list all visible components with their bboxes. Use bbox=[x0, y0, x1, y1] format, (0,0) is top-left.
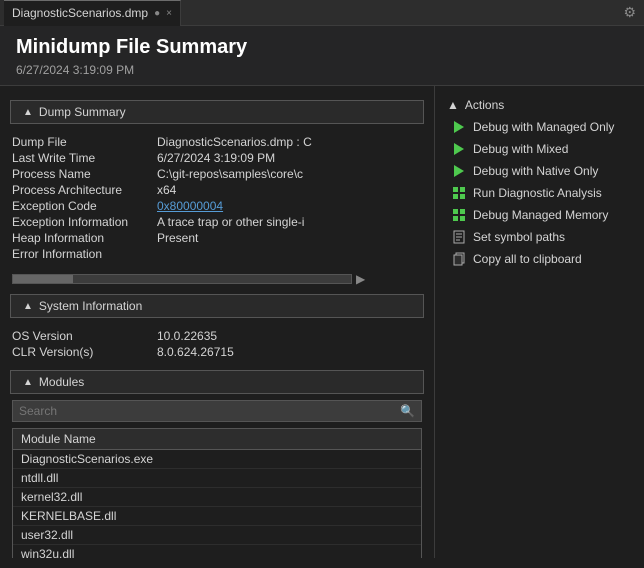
info-label-last-write: Last Write Time bbox=[12, 151, 157, 165]
list-item[interactable]: KERNELBASE.dll bbox=[13, 507, 421, 526]
system-info-table: OS Version 10.0.22635 CLR Version(s) 8.0… bbox=[0, 324, 434, 364]
list-item[interactable]: kernel32.dll bbox=[13, 488, 421, 507]
info-label-os-version: OS Version bbox=[12, 329, 157, 343]
horizontal-scrollbar[interactable] bbox=[12, 274, 352, 284]
action-label-copy-clipboard: Copy all to clipboard bbox=[473, 252, 582, 266]
action-label-set-symbol-paths: Set symbol paths bbox=[473, 230, 565, 244]
info-value-process-name: C:\git-repos\samples\core\c bbox=[157, 167, 422, 181]
actions-label: Actions bbox=[465, 98, 504, 112]
system-info-arrow: ▲ bbox=[23, 301, 33, 312]
info-value-exception-code[interactable]: 0x80000004 bbox=[157, 199, 422, 213]
info-row-last-write: Last Write Time 6/27/2024 3:19:09 PM bbox=[12, 150, 422, 166]
horizontal-scrollbar-row: ▶ bbox=[0, 270, 434, 288]
info-row-process-name: Process Name C:\git-repos\samples\core\c bbox=[12, 166, 422, 182]
scrollbar-right-arrow[interactable]: ▶ bbox=[356, 272, 365, 286]
action-set-symbol-paths[interactable]: Set symbol paths bbox=[435, 226, 644, 248]
right-panel: ▲ Actions Debug with Managed Only Debug … bbox=[434, 86, 644, 558]
actions-header: ▲ Actions bbox=[435, 94, 644, 116]
info-value-heap-info: Present bbox=[157, 231, 422, 245]
info-row-process-arch: Process Architecture x64 bbox=[12, 182, 422, 198]
tab-close-button[interactable]: × bbox=[166, 8, 172, 19]
action-run-diagnostic[interactable]: Run Diagnostic Analysis bbox=[435, 182, 644, 204]
symbol-paths-icon bbox=[451, 229, 467, 245]
info-label-process-arch: Process Architecture bbox=[12, 183, 157, 197]
info-label-error-info: Error Information bbox=[12, 247, 157, 261]
modules-table: Module Name DiagnosticScenarios.exe ntdl… bbox=[12, 428, 422, 558]
info-row-dump-file: Dump File DiagnosticScenarios.dmp : C bbox=[12, 134, 422, 150]
tab-bar-icons: ⚙ bbox=[619, 2, 640, 23]
info-value-dump-file: DiagnosticScenarios.dmp : C bbox=[157, 135, 422, 149]
modules-search-input[interactable] bbox=[13, 401, 394, 421]
modules-search-wrap: 🔍 bbox=[12, 400, 422, 422]
list-item[interactable]: win32u.dll bbox=[13, 545, 421, 558]
info-label-exception-code: Exception Code bbox=[12, 199, 157, 213]
info-row-heap-info: Heap Information Present bbox=[12, 230, 422, 246]
info-value-exception-info: A trace trap or other single-i bbox=[157, 215, 422, 229]
left-panel: ▲ Dump Summary Dump File DiagnosticScena… bbox=[0, 86, 434, 558]
tab-label: DiagnosticScenarios.dmp bbox=[12, 6, 148, 20]
page-subtitle: 6/27/2024 3:19:09 PM bbox=[16, 63, 628, 77]
modules-section: ▲ Modules 🔍 Module Name DiagnosticScenar… bbox=[0, 370, 434, 558]
action-debug-native-only[interactable]: Debug with Native Only bbox=[435, 160, 644, 182]
action-label-debug-native-only: Debug with Native Only bbox=[473, 164, 598, 178]
search-icon[interactable]: 🔍 bbox=[394, 401, 421, 421]
settings-icon[interactable]: ⚙ bbox=[619, 2, 640, 23]
info-value-last-write: 6/27/2024 3:19:09 PM bbox=[157, 151, 422, 165]
modules-label: Modules bbox=[39, 375, 84, 389]
play-native-only-icon bbox=[451, 163, 467, 179]
modules-column-label: Module Name bbox=[21, 432, 96, 446]
action-debug-managed-only[interactable]: Debug with Managed Only bbox=[435, 116, 644, 138]
info-row-exception-info: Exception Information A trace trap or ot… bbox=[12, 214, 422, 230]
page-title: Minidump File Summary bbox=[16, 36, 628, 59]
list-item[interactable]: DiagnosticScenarios.exe bbox=[13, 450, 421, 469]
action-label-run-diagnostic: Run Diagnostic Analysis bbox=[473, 186, 602, 200]
info-value-process-arch: x64 bbox=[157, 183, 422, 197]
tab-modified-dot: ● bbox=[154, 8, 160, 19]
modules-arrow: ▲ bbox=[23, 377, 33, 388]
play-managed-only-icon bbox=[451, 119, 467, 135]
actions-arrow: ▲ bbox=[447, 98, 459, 112]
play-mixed-icon bbox=[451, 141, 467, 157]
info-row-exception-code: Exception Code 0x80000004 bbox=[12, 198, 422, 214]
info-label-exception-info: Exception Information bbox=[12, 215, 157, 229]
list-item[interactable]: user32.dll bbox=[13, 526, 421, 545]
tab-diagnosticscenarios[interactable]: DiagnosticScenarios.dmp ● × bbox=[4, 0, 181, 26]
dump-summary-arrow: ▲ bbox=[23, 107, 33, 118]
system-info-header[interactable]: ▲ System Information bbox=[10, 294, 424, 318]
info-row-clr-version: CLR Version(s) 8.0.624.26715 bbox=[12, 344, 422, 360]
tab-bar: DiagnosticScenarios.dmp ● × ⚙ bbox=[0, 0, 644, 26]
modules-header[interactable]: ▲ Modules bbox=[10, 370, 424, 394]
info-label-clr-version: CLR Version(s) bbox=[12, 345, 157, 359]
action-label-debug-managed-only: Debug with Managed Only bbox=[473, 120, 614, 134]
dump-summary-label: Dump Summary bbox=[39, 105, 126, 119]
action-debug-managed-memory[interactable]: Debug Managed Memory bbox=[435, 204, 644, 226]
action-debug-mixed[interactable]: Debug with Mixed bbox=[435, 138, 644, 160]
dump-summary-table: Dump File DiagnosticScenarios.dmp : C La… bbox=[0, 130, 434, 266]
content-area: ▲ Dump Summary Dump File DiagnosticScena… bbox=[0, 86, 644, 558]
action-label-debug-managed-memory: Debug Managed Memory bbox=[473, 208, 608, 222]
info-value-clr-version: 8.0.624.26715 bbox=[157, 345, 422, 359]
info-value-os-version: 10.0.22635 bbox=[157, 329, 422, 343]
modules-column-header: Module Name bbox=[13, 429, 421, 450]
list-item[interactable]: ntdll.dll bbox=[13, 469, 421, 488]
action-copy-clipboard[interactable]: Copy all to clipboard bbox=[435, 248, 644, 270]
scrollbar-thumb bbox=[13, 275, 73, 283]
copy-clipboard-icon bbox=[451, 251, 467, 267]
dump-summary-header[interactable]: ▲ Dump Summary bbox=[10, 100, 424, 124]
system-info-label: System Information bbox=[39, 299, 142, 313]
info-label-heap-info: Heap Information bbox=[12, 231, 157, 245]
page-header: Minidump File Summary 6/27/2024 3:19:09 … bbox=[0, 26, 644, 86]
info-value-error-info bbox=[157, 247, 422, 261]
info-label-process-name: Process Name bbox=[12, 167, 157, 181]
info-label-dump-file: Dump File bbox=[12, 135, 157, 149]
diagnostic-icon bbox=[451, 185, 467, 201]
info-row-os-version: OS Version 10.0.22635 bbox=[12, 328, 422, 344]
action-label-debug-mixed: Debug with Mixed bbox=[473, 142, 568, 156]
info-row-error-info: Error Information bbox=[12, 246, 422, 262]
managed-memory-icon bbox=[451, 207, 467, 223]
